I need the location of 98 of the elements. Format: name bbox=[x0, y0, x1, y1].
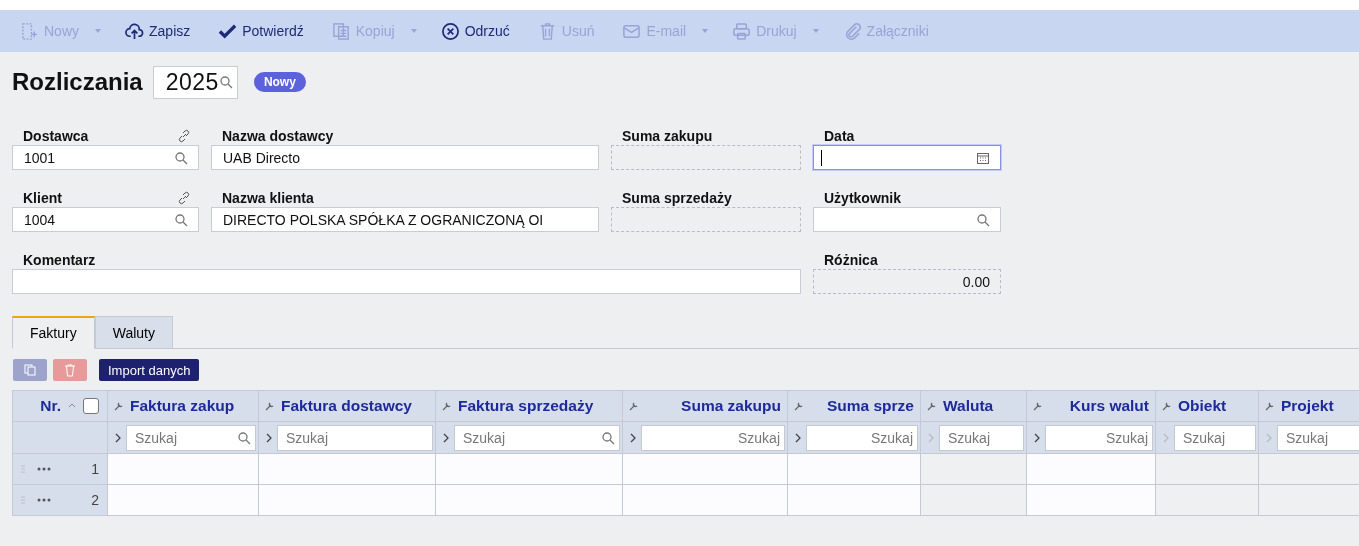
search-icon[interactable] bbox=[976, 212, 990, 227]
link-icon[interactable] bbox=[177, 128, 191, 143]
table-cell[interactable] bbox=[623, 454, 788, 485]
filter-field[interactable]: Szukaj bbox=[454, 424, 620, 451]
chevron-icon[interactable] bbox=[442, 432, 450, 443]
table-cell[interactable] bbox=[1027, 485, 1156, 516]
table-cell[interactable] bbox=[921, 485, 1027, 516]
toolbar-button[interactable]: Odrzuć bbox=[434, 21, 516, 41]
field-label: Klient bbox=[23, 189, 62, 206]
status-badge: Nowy bbox=[253, 72, 306, 92]
search-icon[interactable] bbox=[237, 430, 251, 445]
text-field[interactable]: DIRECTO POLSKA SPÓŁKA Z OGRANICZONĄ OI bbox=[211, 207, 599, 232]
field-label: Różnica bbox=[824, 251, 878, 268]
search-icon[interactable] bbox=[174, 212, 188, 227]
filter-field[interactable]: Szukaj bbox=[1277, 424, 1359, 451]
lookup-field[interactable]: 1004 bbox=[12, 207, 199, 232]
lookup-field[interactable] bbox=[813, 207, 1001, 232]
placeholder-text: Szukaj bbox=[1183, 429, 1227, 446]
field-label: Data bbox=[824, 127, 855, 144]
filter-field[interactable]: Szukaj bbox=[277, 424, 433, 451]
page-title: Rozliczania bbox=[12, 68, 143, 96]
link-icon[interactable] bbox=[177, 190, 191, 205]
placeholder-text: Szukaj bbox=[736, 429, 780, 446]
field-label: Użytkownik bbox=[824, 189, 901, 206]
placeholder-text: Szukaj bbox=[1286, 429, 1330, 446]
checkbox[interactable] bbox=[83, 398, 99, 414]
readonly-field: 0.00 bbox=[813, 269, 1001, 294]
toolbar-button[interactable]: Potwierdź bbox=[212, 21, 310, 41]
chevron-icon[interactable] bbox=[629, 432, 637, 443]
filter-field[interactable]: Szukaj bbox=[806, 424, 918, 451]
row-number: 1 bbox=[90, 461, 99, 477]
search-icon[interactable] bbox=[218, 75, 233, 89]
table-cell[interactable] bbox=[623, 485, 788, 516]
placeholder-text: Szukaj bbox=[948, 429, 992, 446]
chevron-icon[interactable] bbox=[265, 432, 273, 443]
chevron-icon[interactable] bbox=[794, 432, 802, 443]
table-cell[interactable] bbox=[108, 454, 259, 485]
field-label: Suma zakupu bbox=[622, 127, 713, 144]
field-label: Suma sprzedaży bbox=[622, 189, 732, 206]
printer-icon bbox=[732, 21, 752, 41]
wrench-icon[interactable] bbox=[1033, 401, 1043, 411]
new-document-icon bbox=[20, 21, 39, 41]
calendar-icon[interactable] bbox=[976, 150, 990, 165]
tab[interactable]: Faktury bbox=[12, 316, 95, 349]
row-number: 2 bbox=[90, 492, 99, 508]
wrench-icon[interactable] bbox=[114, 401, 124, 411]
wrench-icon[interactable] bbox=[1265, 401, 1275, 411]
table-cell[interactable] bbox=[921, 454, 1027, 485]
filter-field[interactable]: Szukaj bbox=[1174, 424, 1256, 451]
lookup-field[interactable]: 1001 bbox=[12, 145, 199, 170]
placeholder-text: Szukaj bbox=[1104, 429, 1148, 446]
more-icon[interactable] bbox=[37, 467, 51, 471]
filter-field[interactable]: Szukaj bbox=[641, 424, 785, 451]
tab[interactable]: Waluty bbox=[94, 316, 173, 349]
copy-icon bbox=[331, 21, 351, 41]
year-field[interactable]: 2025 bbox=[152, 65, 238, 99]
wrench-icon[interactable] bbox=[794, 401, 804, 411]
placeholder-text: Szukaj bbox=[869, 429, 913, 446]
more-icon[interactable] bbox=[37, 498, 51, 502]
toolbar-button[interactable]: Zapisz bbox=[119, 21, 197, 41]
field-label: Nazwa dostawcy bbox=[222, 127, 334, 144]
copy-icon[interactable] bbox=[13, 359, 47, 381]
circle-x-icon bbox=[440, 21, 460, 41]
table-cell[interactable] bbox=[1027, 454, 1156, 485]
placeholder-text: Szukaj bbox=[135, 429, 179, 446]
text-field[interactable]: UAB Directo bbox=[211, 145, 599, 170]
wrench-icon[interactable] bbox=[1162, 401, 1172, 411]
cloud-upload-icon bbox=[125, 21, 144, 41]
trash-icon[interactable] bbox=[53, 359, 87, 381]
wrench-icon[interactable] bbox=[927, 401, 937, 411]
placeholder-text: Szukaj bbox=[463, 429, 507, 446]
filter-field[interactable]: Szukaj bbox=[126, 424, 256, 451]
field-label: Dostawca bbox=[23, 127, 89, 144]
placeholder-text: Szukaj bbox=[286, 429, 330, 446]
table-cell[interactable] bbox=[259, 454, 436, 485]
column-header[interactable]: Nr. bbox=[40, 397, 61, 415]
table-cell[interactable] bbox=[1156, 485, 1259, 516]
chevron-icon[interactable] bbox=[114, 432, 122, 443]
table-cell[interactable] bbox=[108, 485, 259, 516]
search-icon[interactable] bbox=[601, 430, 615, 445]
date-field[interactable] bbox=[813, 145, 1001, 170]
table-cell[interactable] bbox=[788, 454, 921, 485]
import-button[interactable]: Import danych bbox=[99, 359, 200, 381]
filter-field[interactable]: Szukaj bbox=[1045, 424, 1153, 451]
table-cell[interactable] bbox=[259, 485, 436, 516]
table-cell[interactable] bbox=[436, 454, 623, 485]
table-cell[interactable] bbox=[788, 485, 921, 516]
comment-field[interactable] bbox=[12, 269, 801, 294]
table-cell[interactable] bbox=[1156, 454, 1259, 485]
search-icon[interactable] bbox=[174, 150, 188, 165]
field-label: Nazwa klienta bbox=[222, 189, 314, 206]
wrench-icon[interactable] bbox=[265, 401, 275, 411]
field-label: Komentarz bbox=[23, 251, 96, 268]
chevron-icon[interactable] bbox=[1033, 432, 1041, 443]
table-cell[interactable] bbox=[436, 485, 623, 516]
wrench-icon[interactable] bbox=[629, 401, 639, 411]
filter-field[interactable]: Szukaj bbox=[939, 424, 1024, 451]
wrench-icon[interactable] bbox=[442, 401, 452, 411]
